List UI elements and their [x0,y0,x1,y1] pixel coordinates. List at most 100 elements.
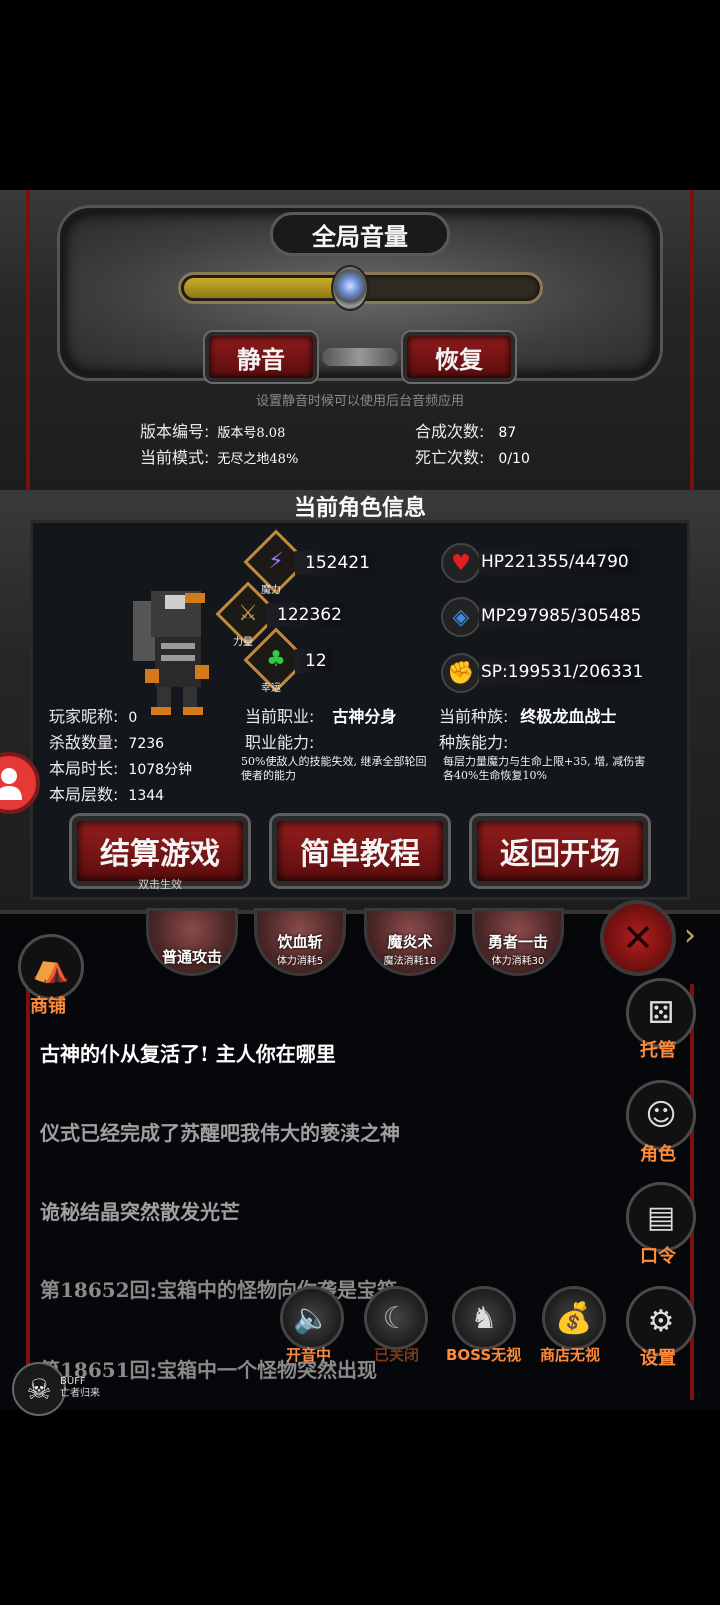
mute-button[interactable]: 静音 [205,332,317,382]
nickname-value: 0 [128,710,138,726]
duration-row: 本局时长: 1078分钟 [49,755,192,779]
nickname-row: 玩家昵称: 0 [49,703,137,727]
sound-on-button[interactable]: 🔈 [280,1286,344,1350]
strength-value: 122362 [267,603,352,627]
buff-button[interactable]: ☠ [12,1362,66,1416]
sp-value: SP:199531/206331 [479,659,649,685]
floors-row: 本局层数: 1344 [49,781,164,805]
code-label: 口令 [640,1246,676,1267]
shop-label: 商铺 [30,996,66,1017]
log-line: 诡秘结晶突然散发光芒 [40,1200,240,1224]
volume-slider[interactable] [178,265,543,311]
gear-icon: ⚙ [647,1303,675,1339]
auto-label: 托管 [640,1040,676,1061]
settings-panel: 全局音量 静音 恢复 设置静音时候可以使用后台音频应用 版本编号: 版本号8.08… [0,190,720,490]
luck-caption: 幸运 [261,683,281,694]
character-panel: 当前角色信息 ⚡ 魔力 152421 ⚔ 力量 122362 ♣ 幸运 12 ♥… [0,490,720,910]
mana-icon: ◈ [441,597,481,637]
job-value: 古神分身 [332,707,397,726]
money-bag-icon: 💰 [555,1300,593,1336]
race-label: 当前种族: [439,707,509,726]
log-line: 仪式已经完成了苏醒吧我伟大的亵渎之神 [40,1121,400,1145]
book-icon: ▤ [646,1199,676,1235]
dice-icon: ⚄ [647,995,675,1031]
log-line: 古神的仆从复活了! 主人你在哪里 [40,1042,336,1066]
tutorial-button[interactable]: 简单教程 [272,816,448,886]
buff-title: BUFF [60,1376,86,1387]
close-icon: ✕ [622,916,654,960]
job-row: 当前职业: 古神分身 [245,703,396,727]
battle-red-edge-left [26,984,30,1400]
race-ability-label: 种族能力: [439,733,509,752]
kills-row: 杀敌数量: 7236 [49,729,164,753]
boss-ignore-button[interactable]: ♞ [452,1286,516,1350]
version-row: 版本编号: 版本号8.08 [140,418,285,442]
skill-cost: 魔法消耗18 [383,956,437,967]
synth-label: 合成次数: [415,422,485,441]
skill-demon-flame[interactable]: 魔炎术 魔法消耗18 [364,908,456,976]
skill-cost: 体力消耗30 [491,956,545,967]
skill-name: 普通攻击 [161,948,222,966]
job-ability-label: 职业能力: [245,733,315,752]
settings-label: 设置 [640,1348,676,1369]
race-row: 当前种族: 终极龙血战士 [439,703,616,727]
job-label: 当前职业: [245,707,315,726]
button-ornament [322,348,398,366]
volume-slider-fill [184,278,350,298]
death-row: 死亡次数: 0/10 [415,444,530,468]
magic-value: 152421 [295,551,380,575]
death-value: 0/10 [498,451,530,467]
sound-on-label: 开音中 [286,1346,332,1364]
version-label: 版本编号: [140,422,210,441]
death-label: 死亡次数: [415,448,485,467]
shop-ignore-button[interactable]: 💰 [542,1286,606,1350]
strength-caption: 力量 [233,637,253,648]
character-sprite [133,591,209,715]
kills-value: 7236 [128,736,165,752]
skull-icon: ☠ [26,1372,52,1406]
closed-label: 已关闭 [374,1346,420,1364]
restore-button[interactable]: 恢复 [403,332,515,382]
duration-label: 本局时长: [49,759,119,778]
user-icon [0,768,22,800]
hooded-figure-icon: ☺ [645,1097,677,1133]
mp-value: MP297985/305485 [479,603,649,629]
skill-name: 饮血斩 [277,933,323,951]
buff-label: BUFF 亡者归来 [60,1376,100,1400]
hp-value: HP221355/44790 [479,549,649,575]
skill-normal-attack[interactable]: 普通攻击 [146,908,238,976]
boss-ignore-label: BOSS无视 [446,1346,522,1364]
version-value: 版本号8.08 [217,426,286,441]
skill-cost: 体力消耗5 [276,956,324,967]
role-label: 角色 [640,1144,676,1165]
race-ability-desc: 每层力量魔力与生命上限+35, 增, 减伤害各40%生命恢复10% [443,755,646,782]
speaker-icon: 🔈 [293,1300,331,1336]
fang-icon: ☾ [382,1300,410,1336]
mute-hint: 设置静音时候可以使用后台音频应用 [255,394,464,409]
shop-ignore-label: 商店无视 [540,1346,601,1364]
dragon-icon: ♞ [470,1300,498,1336]
skill-hero-strike[interactable]: 勇者一击 体力消耗30 [472,908,564,976]
shop-button[interactable]: ⛺ [18,934,84,1000]
character-section-title: 当前角色信息 [293,496,426,521]
closed-button[interactable]: ☾ [364,1286,428,1350]
mode-value: 无尽之地48% [217,452,299,467]
nickname-label: 玩家昵称: [49,707,119,726]
settle-hint: 双击生效 [138,878,182,891]
skill-blood-slash[interactable]: 饮血斩 体力消耗5 [254,908,346,976]
skill-name: 魔炎术 [387,933,433,951]
skill-name: 勇者一击 [487,933,548,951]
luck-value: 12 [295,649,337,673]
return-start-button[interactable]: 返回开场 [472,816,648,886]
volume-slider-thumb[interactable] [330,265,369,311]
kills-label: 杀敌数量: [49,733,119,752]
mode-row: 当前模式: 无尽之地48% [140,444,298,468]
buff-subtitle: 亡者归来 [60,1388,100,1399]
duration-value: 1078分钟 [128,762,193,778]
chevron-right-icon[interactable]: › [684,918,696,953]
close-skills-button[interactable]: ✕ [600,900,676,976]
log-line: 第18652回:宝箱中的怪物向你袭是宝箱 [40,1278,397,1302]
synth-value: 87 [498,425,517,441]
synth-row: 合成次数: 87 [415,418,516,442]
stamina-icon: ✊ [441,653,481,693]
